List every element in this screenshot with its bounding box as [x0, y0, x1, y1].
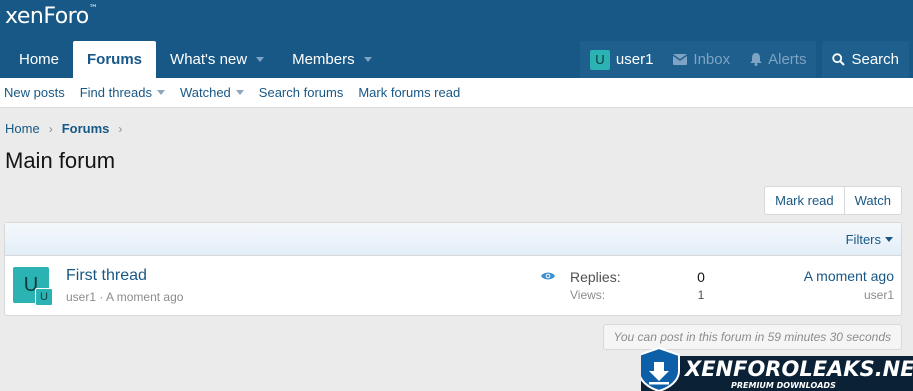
subnav-label: Mark forums read — [358, 85, 461, 100]
thread-author-link[interactable]: user1 — [66, 290, 96, 304]
site-header: xenForo™ Home Forums What's new Members … — [0, 0, 913, 78]
nav-right: U user1 Inbox Alerts Search — [579, 41, 909, 78]
nav-tab-label: Members — [292, 51, 355, 68]
latest-post-user[interactable]: user1 — [864, 288, 894, 302]
subnav-watched[interactable]: Watched — [180, 85, 244, 100]
chevron-down-icon — [885, 236, 893, 242]
watermark-title: XENFOROLEAKS.NET — [683, 357, 913, 381]
subnav-label: New posts — [4, 85, 65, 100]
avatar-badge[interactable]: U — [35, 288, 53, 306]
replies-label: Replies: — [570, 269, 621, 285]
thread-list: Filters U U First thread user1 · A momen… — [4, 222, 902, 316]
nav-tab-forums[interactable]: Forums — [73, 41, 157, 78]
replies-count: 0 — [697, 269, 705, 285]
watermark-logo: XENFOROLEAKS.NET PREMIUM DOWNLOADS — [641, 346, 913, 391]
views-label: Views: — [570, 288, 606, 302]
user-account-link[interactable]: U user1 — [580, 41, 664, 78]
nav-tab-label: What's new — [170, 51, 248, 68]
nav-tab-members[interactable]: Members — [278, 41, 386, 78]
watermark-subtitle: PREMIUM DOWNLOADS — [731, 381, 836, 390]
breadcrumb: Home › Forums › — [5, 121, 131, 136]
chevron-down-icon[interactable] — [235, 90, 244, 95]
mark-read-button[interactable]: Mark read — [765, 187, 844, 214]
bell-icon — [750, 53, 763, 66]
thread-meta: user1 · A moment ago — [66, 290, 183, 304]
envelope-icon — [673, 54, 688, 65]
views-count: 1 — [697, 288, 705, 302]
chevron-down-icon[interactable] — [363, 57, 372, 62]
chevron-down-icon[interactable] — [256, 57, 265, 62]
thread-title-link[interactable]: First thread — [66, 267, 147, 285]
logo-trademark: ™ — [88, 4, 98, 14]
chevron-right-icon: › — [118, 121, 123, 136]
chevron-right-icon: › — [48, 121, 53, 136]
thread-start-date[interactable]: A moment ago — [106, 290, 183, 304]
nav-tab-home[interactable]: Home — [5, 41, 73, 78]
nav-tab-label: Forums — [87, 51, 143, 68]
subnav-label: Find threads — [79, 85, 152, 100]
alerts-link[interactable]: Alerts — [740, 41, 816, 78]
meta-separator: · — [96, 290, 107, 304]
subnav-label: Search forums — [258, 85, 344, 100]
thread-row: U U First thread user1 · A moment ago Re… — [5, 256, 901, 316]
user-nav-group: U user1 Inbox Alerts — [579, 41, 817, 78]
filters-button[interactable]: Filters — [846, 232, 893, 247]
search-icon — [832, 53, 846, 66]
avatar: U — [589, 49, 610, 70]
forum-actions: Mark read Watch — [764, 186, 902, 215]
subnav-new-posts[interactable]: New posts — [4, 85, 65, 100]
sub-nav: New posts Find threads Watched Search fo… — [0, 78, 913, 108]
nav-tab-label: Home — [19, 51, 60, 68]
nav-tab-whats-new[interactable]: What's new — [156, 41, 278, 78]
page-title: Main forum — [5, 148, 116, 173]
filters-label: Filters — [845, 231, 881, 247]
subnav-mark-forums-read[interactable]: Mark forums read — [358, 85, 460, 100]
inbox-label: Inbox — [693, 51, 731, 68]
search-button[interactable]: Search — [822, 41, 909, 78]
chevron-down-icon[interactable] — [156, 90, 165, 95]
breadcrumb-forums[interactable]: Forums — [62, 121, 110, 136]
latest-post-time[interactable]: A moment ago — [804, 268, 894, 284]
watch-button[interactable]: Watch — [843, 187, 901, 214]
filter-bar: Filters — [5, 223, 901, 256]
eye-icon — [541, 272, 555, 280]
main-nav: Home Forums What's new Members — [5, 41, 386, 78]
inbox-link[interactable]: Inbox — [663, 41, 740, 78]
breadcrumb-home[interactable]: Home — [5, 121, 40, 136]
subnav-search-forums[interactable]: Search forums — [259, 85, 344, 100]
username: user1 — [615, 51, 654, 68]
alerts-label: Alerts — [768, 51, 807, 68]
logo-text: xenForo — [5, 4, 89, 29]
site-logo[interactable]: xenForo™ — [5, 4, 98, 29]
search-label: Search — [851, 51, 899, 68]
subnav-find-threads[interactable]: Find threads — [80, 85, 165, 100]
subnav-label: Watched — [179, 85, 231, 100]
